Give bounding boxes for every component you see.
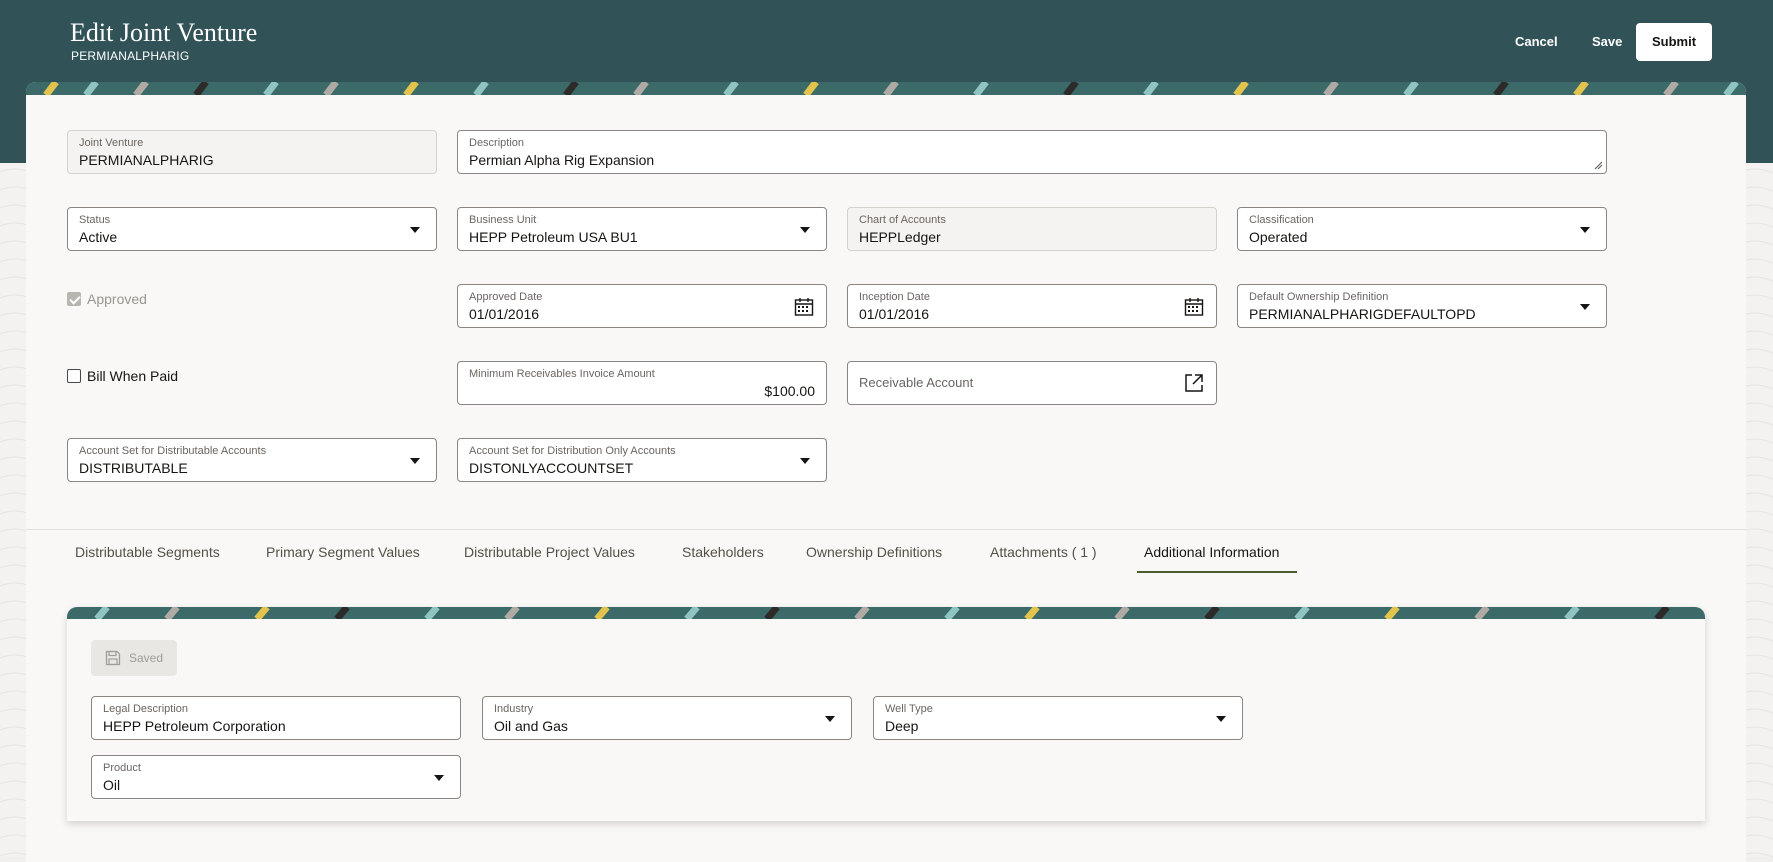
tab-additional-information[interactable]: Additional Information bbox=[1144, 544, 1279, 560]
status-value: Active bbox=[79, 229, 118, 245]
product-select[interactable]: Product Oil bbox=[91, 755, 461, 799]
industry-select[interactable]: Industry Oil and Gas bbox=[482, 696, 852, 740]
submit-button[interactable]: Submit bbox=[1636, 23, 1713, 61]
dropdown-caret-icon[interactable] bbox=[825, 716, 835, 722]
inception-date-value[interactable]: 01/01/2016 bbox=[859, 306, 929, 322]
tab-bar: Distributable Segments Primary Segment V… bbox=[26, 529, 1746, 573]
business-unit-select[interactable]: Business Unit HEPP Petroleum USA BU1 bbox=[457, 207, 827, 251]
saved-button: Saved bbox=[91, 640, 177, 676]
min-receivables-label: Minimum Receivables Invoice Amount bbox=[469, 368, 655, 380]
account-set-distributable-value: DISTRIBUTABLE bbox=[79, 460, 188, 476]
approved-checkbox-row: Approved bbox=[67, 291, 147, 307]
approved-checkbox bbox=[67, 292, 81, 306]
joint-venture-label: Joint Venture bbox=[79, 137, 144, 149]
account-set-distribution-only-select[interactable]: Account Set for Distribution Only Accoun… bbox=[457, 438, 827, 482]
min-receivables-field[interactable]: Minimum Receivables Invoice Amount $100.… bbox=[457, 361, 827, 405]
default-ownership-select[interactable]: Default Ownership Definition PERMIANALPH… bbox=[1237, 284, 1607, 328]
approved-date-field[interactable]: Approved Date 01/01/2016 bbox=[457, 284, 827, 328]
status-select[interactable]: Status Active bbox=[67, 207, 437, 251]
joint-venture-field: Joint Venture PERMIANALPHARIG bbox=[67, 130, 437, 174]
well-type-label: Well Type bbox=[885, 703, 933, 715]
bill-when-paid-label[interactable]: Bill When Paid bbox=[87, 368, 178, 384]
external-link-icon[interactable] bbox=[1184, 373, 1204, 393]
calendar-icon[interactable] bbox=[1184, 297, 1204, 317]
classification-value: Operated bbox=[1249, 229, 1308, 245]
tab-stakeholders[interactable]: Stakeholders bbox=[682, 544, 764, 560]
account-set-distribution-only-label: Account Set for Distribution Only Accoun… bbox=[469, 445, 676, 457]
dropdown-caret-icon[interactable] bbox=[410, 458, 420, 464]
page-subtitle: PERMIANALPHARIG bbox=[71, 49, 190, 63]
min-receivables-value[interactable]: $100.00 bbox=[764, 383, 815, 399]
legal-description-value[interactable]: HEPP Petroleum Corporation bbox=[103, 718, 286, 734]
tab-distributable-segments[interactable]: Distributable Segments bbox=[75, 544, 220, 560]
industry-value: Oil and Gas bbox=[494, 718, 568, 734]
dropdown-caret-icon[interactable] bbox=[1216, 716, 1226, 722]
bill-when-paid-row[interactable]: Bill When Paid bbox=[67, 368, 178, 384]
page-title: Edit Joint Venture bbox=[70, 18, 258, 47]
save-disk-icon bbox=[105, 650, 121, 666]
classification-select[interactable]: Classification Operated bbox=[1237, 207, 1607, 251]
dropdown-caret-icon[interactable] bbox=[800, 458, 810, 464]
saved-label: Saved bbox=[128, 651, 164, 665]
approved-date-value[interactable]: 01/01/2016 bbox=[469, 306, 539, 322]
dropdown-caret-icon[interactable] bbox=[1580, 227, 1590, 233]
additional-information-panel: Saved Legal Description HEPP Petroleum C… bbox=[67, 607, 1705, 821]
decorative-banner bbox=[67, 607, 1705, 619]
business-unit-label: Business Unit bbox=[469, 214, 537, 226]
decorative-banner bbox=[26, 82, 1746, 95]
tab-ownership-definitions[interactable]: Ownership Definitions bbox=[806, 544, 942, 560]
account-set-distributable-select[interactable]: Account Set for Distributable Accounts D… bbox=[67, 438, 437, 482]
inception-date-field[interactable]: Inception Date 01/01/2016 bbox=[847, 284, 1217, 328]
cancel-button[interactable]: Cancel bbox=[1503, 23, 1570, 61]
default-ownership-label: Default Ownership Definition bbox=[1249, 291, 1389, 303]
tab-attachments[interactable]: Attachments ( 1 ) bbox=[990, 544, 1097, 560]
tab-primary-segment-values[interactable]: Primary Segment Values bbox=[266, 544, 420, 560]
legal-description-label: Legal Description bbox=[103, 703, 188, 715]
industry-label: Industry bbox=[494, 703, 534, 715]
account-set-distributable-label: Account Set for Distributable Accounts bbox=[79, 445, 267, 457]
receivable-account-field[interactable]: Receivable Account bbox=[847, 361, 1217, 405]
active-tab-indicator bbox=[1137, 571, 1297, 573]
well-type-value: Deep bbox=[885, 718, 919, 734]
chart-of-accounts-label: Chart of Accounts bbox=[859, 214, 946, 226]
resize-handle-icon[interactable] bbox=[1594, 161, 1603, 170]
joint-venture-value: PERMIANALPHARIG bbox=[79, 152, 214, 168]
default-ownership-value: PERMIANALPHARIGDEFAULTOPD bbox=[1249, 306, 1476, 322]
approved-label: Approved bbox=[87, 291, 147, 307]
chart-of-accounts-value: HEPPLedger bbox=[859, 229, 941, 245]
dropdown-caret-icon[interactable] bbox=[1580, 304, 1590, 310]
dropdown-caret-icon[interactable] bbox=[410, 227, 420, 233]
product-value: Oil bbox=[103, 777, 121, 793]
save-button[interactable]: Save bbox=[1580, 23, 1634, 61]
dropdown-caret-icon[interactable] bbox=[434, 775, 444, 781]
description-label: Description bbox=[469, 137, 525, 149]
well-type-select[interactable]: Well Type Deep bbox=[873, 696, 1243, 740]
bill-when-paid-checkbox[interactable] bbox=[67, 369, 81, 383]
classification-label: Classification bbox=[1249, 214, 1314, 226]
approved-date-label: Approved Date bbox=[469, 291, 543, 303]
tab-distributable-project-values[interactable]: Distributable Project Values bbox=[464, 544, 635, 560]
product-label: Product bbox=[103, 762, 141, 774]
description-field[interactable]: Description Permian Alpha Rig Expansion bbox=[457, 130, 1607, 174]
description-value[interactable]: Permian Alpha Rig Expansion bbox=[469, 152, 654, 168]
account-set-distribution-only-value: DISTONLYACCOUNTSET bbox=[469, 460, 634, 476]
chart-of-accounts-field: Chart of Accounts HEPPLedger bbox=[847, 207, 1217, 251]
dropdown-caret-icon[interactable] bbox=[800, 227, 810, 233]
calendar-icon[interactable] bbox=[794, 297, 814, 317]
inception-date-label: Inception Date bbox=[859, 291, 930, 303]
status-label: Status bbox=[79, 214, 111, 226]
legal-description-field[interactable]: Legal Description HEPP Petroleum Corpora… bbox=[91, 696, 461, 740]
business-unit-value: HEPP Petroleum USA BU1 bbox=[469, 229, 638, 245]
receivable-account-placeholder: Receivable Account bbox=[859, 375, 974, 390]
